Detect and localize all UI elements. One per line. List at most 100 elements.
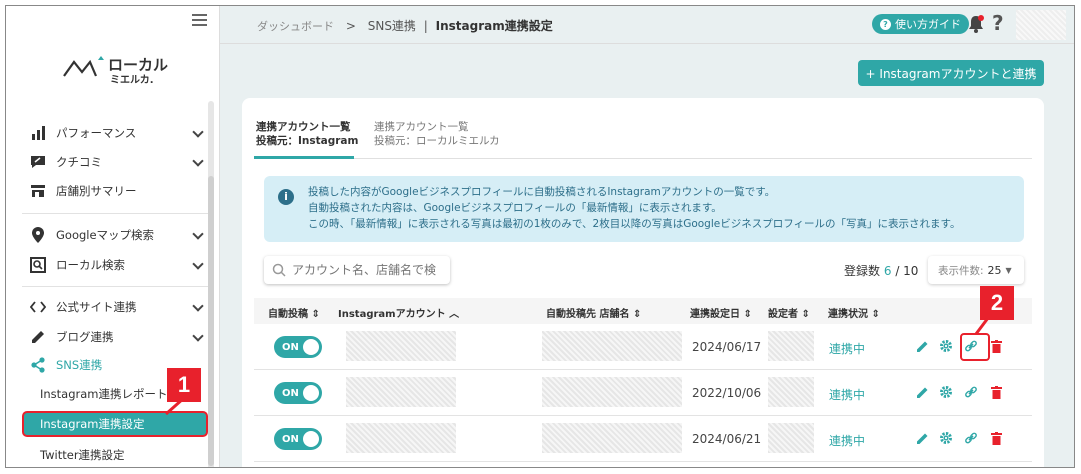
sidebar-item-label: Googleマップ検索 [56,228,155,242]
annotation-badge-1: 1 [167,368,201,402]
sidebar: ローカル ミエルカ. パフォーマンス クチコミ 店舗別サマリー Googleマッ… [6,6,220,467]
bell-icon[interactable] [967,15,985,33]
column-header-auto-post[interactable]: 自動投稿 ⇕ [268,305,320,320]
sidebar-subitem-instagram-report[interactable]: Instagram連携レポート [40,386,168,402]
help-icon[interactable]: ? [992,11,1004,35]
breadcrumb-separator: > [345,19,356,33]
highlight-box [960,333,990,361]
account-list-card: 連携アカウント一覧 投稿元：Instagram 連携アカウント一覧 投稿元：ロー… [242,98,1044,467]
tab-line2: 投稿元：ローカルミエルカ [374,135,500,147]
sort-icon: ⇕ [311,309,320,320]
settings-gear-icon[interactable] [938,384,954,400]
link-date: 2024/06/21 [692,432,762,446]
settings-gear-icon[interactable] [938,430,954,446]
sort-icon: ⇕ [871,309,880,320]
sidebar-item-reviews[interactable]: クチコミ [6,149,206,175]
sidebar-item-blog[interactable]: ブログ連携 [6,324,206,350]
sidebar-scrollbar[interactable] [208,101,214,467]
search-input[interactable] [292,263,442,277]
column-header-instagram-account[interactable]: Instagramアカウント ︿ [338,305,459,320]
tab-instagram-source[interactable]: 連携アカウント一覧 投稿元：Instagram [256,120,358,148]
column-header-store[interactable]: 自動投稿先 店舗名 ⇕ [546,305,641,320]
top-bar: ダッシュボード > SNS連携 | Instagram連携設定 ? 使い方ガイド… [220,6,1074,44]
column-header-status[interactable]: 連携状況 ⇕ [828,305,880,320]
sidebar-subitem-twitter-settings[interactable]: Twitter連携設定 [40,447,125,463]
info-banner: i 投稿した内容がGoogleビジネスプロフィールに自動投稿されるInstagr… [264,176,1024,242]
search-box[interactable] [264,256,450,284]
delete-icon[interactable] [988,384,1004,400]
sidebar-item-google-maps[interactable]: Googleマップ検索 [6,222,206,248]
annotation-arrow-icon [165,398,185,416]
info-line: この時、「最新情報」に表示される写真は最初の1枚のみで、2枚目以降の写真はGoo… [308,218,961,230]
auto-post-toggle[interactable]: ON [274,382,322,404]
pencil-icon [30,329,46,345]
sidebar-item-local-search[interactable]: ローカル検索 [6,252,206,278]
table-row: ON 2024/06/21 連携中 [254,416,1032,462]
store-name-redacted [542,423,682,453]
add-instagram-account-button[interactable]: + Instagramアカウントと連携 [858,60,1044,86]
sort-icon: ⇕ [743,309,752,320]
bar-chart-icon [30,125,46,141]
link-icon[interactable] [963,430,979,446]
store-name-redacted [542,377,682,407]
sidebar-item-label: ローカル検索 [56,258,125,272]
sidebar-item-performance[interactable]: パフォーマンス [6,120,206,146]
edit-icon[interactable] [914,338,930,354]
column-header-setter[interactable]: 設定者 ⇕ [768,305,810,320]
edit-icon[interactable] [914,384,930,400]
sort-icon: ⇕ [632,309,642,320]
per-page-label: 表示件数: [938,264,984,277]
instagram-account-redacted [346,377,456,407]
avatar[interactable] [1016,10,1066,40]
per-page-select[interactable]: 表示件数: 25 ▼ [928,256,1024,284]
settings-gear-icon[interactable] [938,338,954,354]
annotation-arrow-icon [974,318,990,335]
edit-icon[interactable] [914,430,930,446]
table-row: ON 2022/10/06 連携中 [254,370,1032,416]
auto-post-toggle[interactable]: ON [274,428,322,450]
chevron-down-icon [192,228,204,240]
tab-local-mieruka-source[interactable]: 連携アカウント一覧 投稿元：ローカルミエルカ [374,120,500,148]
dropdown-arrow-icon: ▼ [1005,265,1012,275]
breadcrumb-root[interactable]: ダッシュボード [257,20,334,33]
code-icon [30,299,46,315]
tab-line1: 連携アカウント一覧 [256,121,351,133]
table-header: 自動投稿 ⇕ Instagramアカウント ︿ 自動投稿先 店舗名 ⇕ 連携設定… [254,298,1032,324]
link-status: 連携中 [829,388,866,402]
setter-redacted [768,331,814,361]
sidebar-item-website[interactable]: 公式サイト連携 [6,294,206,320]
map-pin-icon [30,227,46,243]
hamburger-menu-icon[interactable] [192,14,207,26]
question-circle-icon: ? [880,18,891,30]
logo[interactable]: ローカル ミエルカ. [62,54,182,86]
logo-subtext: ミエルカ. [110,75,154,86]
breadcrumb-mid[interactable]: SNS連携 [368,19,416,33]
tab-divider [254,158,1032,159]
sidebar-item-label: SNS連携 [56,358,103,372]
instagram-account-redacted [346,423,456,453]
column-header-date[interactable]: 連携設定日 ⇕ [690,305,752,320]
setter-redacted [768,377,814,407]
chevron-down-icon [192,258,204,270]
delete-icon[interactable] [988,338,1004,354]
count-label: 登録数 [844,264,881,278]
sidebar-item-store-summary[interactable]: 店舗別サマリー [6,178,206,204]
share-icon [30,357,46,373]
auto-post-toggle[interactable]: ON [274,336,322,358]
sidebar-divider [22,213,208,214]
chevron-down-icon [192,126,204,138]
breadcrumb-divider: | [423,19,428,33]
link-status: 連携中 [829,434,866,448]
link-date: 2024/06/17 [692,340,762,354]
link-icon[interactable] [963,384,979,400]
sidebar-item-label: 店舗別サマリー [56,184,137,198]
review-icon [30,154,46,170]
guide-button[interactable]: ? 使い方ガイド [872,14,969,34]
sidebar-scrollbar-thumb[interactable] [208,176,214,466]
sort-icon: ⇕ [801,309,810,320]
app-window: ローカル ミエルカ. パフォーマンス クチコミ 店舗別サマリー Googleマッ… [5,5,1075,468]
chevron-down-icon [192,300,204,312]
store-name-redacted [542,331,682,361]
tab-line1: 連携アカウント一覧 [374,121,469,133]
delete-icon[interactable] [988,430,1004,446]
